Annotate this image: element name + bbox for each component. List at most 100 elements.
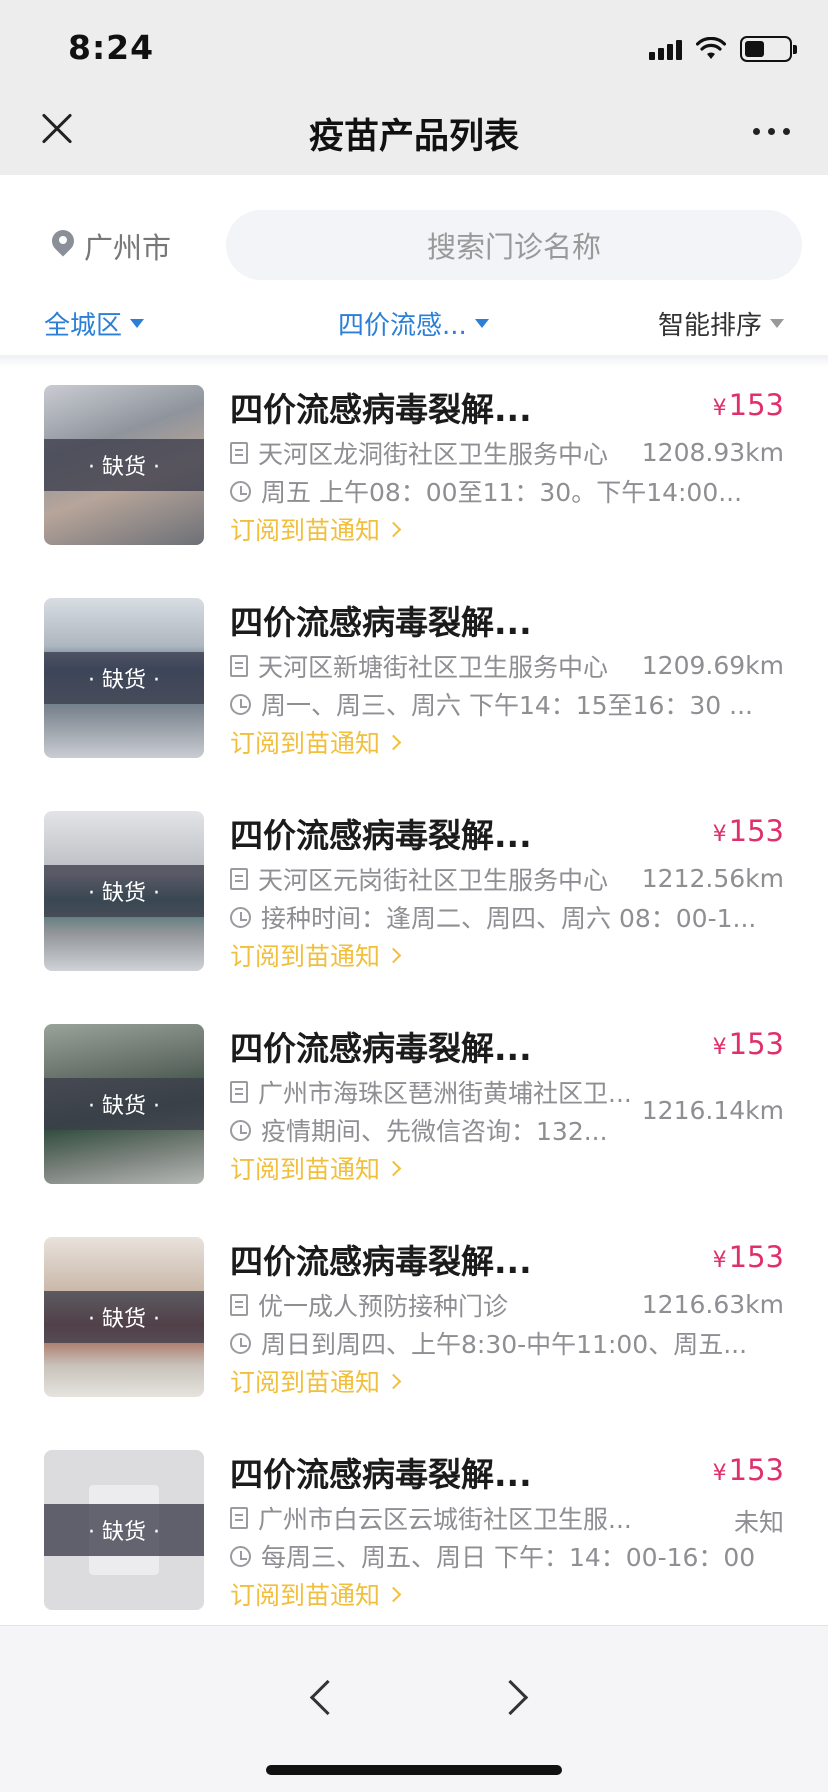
product-filter[interactable]: 四价流感... xyxy=(338,305,489,342)
clinic-row: 广州市白云区云城街社区卫生服... xyxy=(230,1503,632,1534)
chevron-right-icon xyxy=(385,947,402,963)
subscribe-label: 订阅到苗通知 xyxy=(230,942,381,971)
top-bar: 8:24 疫苗产品列表 xyxy=(0,0,828,175)
clinic-icon xyxy=(230,1081,248,1103)
chevron-right-icon xyxy=(385,521,402,537)
subscribe-link[interactable]: 订阅到苗通知 xyxy=(230,1576,402,1612)
clinic-icon xyxy=(230,655,248,677)
hours-row: 疫情期间、先微信咨询：132... xyxy=(230,1115,608,1146)
clinic-icon xyxy=(230,1294,248,1316)
opening-hours: 接种时间：逢周二、周四、周六 08：00-1... xyxy=(261,904,757,933)
out-of-stock-badge: · 缺货 · xyxy=(44,1291,204,1343)
clock-icon xyxy=(230,693,251,715)
clinic-icon xyxy=(230,442,248,464)
clinic-list: · 缺货 · 四价流感病毒裂解... ¥153 天河区龙洞街社区卫生服务中心 1… xyxy=(0,368,828,1646)
sort-filter[interactable]: 智能排序 xyxy=(658,305,784,342)
clinic-icon xyxy=(230,868,248,890)
home-indicator[interactable] xyxy=(266,1765,562,1775)
chevron-right-icon xyxy=(385,1160,402,1176)
product-name: 四价流感病毒裂解... xyxy=(230,1455,532,1494)
list-item[interactable]: · 缺货 · 四价流感病毒裂解... ¥153 广州市白云区云城街社区卫生服..… xyxy=(0,1433,828,1646)
subscribe-link[interactable]: 订阅到苗通知 xyxy=(230,511,402,547)
chevron-right-icon xyxy=(385,734,402,750)
list-item[interactable]: · 缺货 · 四价流感病毒裂解... ¥153 天河区元岗街社区卫生服务中心 1… xyxy=(0,794,828,1007)
product-name: 四价流感病毒裂解... xyxy=(230,603,532,642)
subscribe-label: 订阅到苗通知 xyxy=(230,1155,381,1184)
hours-row: 每周三、周五、周日 下午：14：00-16：00 xyxy=(230,1541,755,1572)
list-item[interactable]: · 缺货 · 四价流感病毒裂解... ¥153 广州市海珠区琶洲街黄埔社区卫..… xyxy=(0,1007,828,1220)
clinic-row: 天河区龙洞街社区卫生服务中心 xyxy=(230,438,609,469)
out-of-stock-badge: · 缺货 · xyxy=(44,865,204,917)
subscribe-link[interactable]: 订阅到苗通知 xyxy=(230,1150,402,1186)
clinic-photo: · 缺货 · xyxy=(44,598,204,758)
list-item[interactable]: · 缺货 · 四价流感病毒裂解... ¥153 优一成人预防接种门诊 1216.… xyxy=(0,1220,828,1433)
clinic-name: 广州市海珠区琶洲街黄埔社区卫... xyxy=(258,1079,632,1108)
region-filter[interactable]: 全城区 xyxy=(44,305,145,342)
sort-filter-label: 智能排序 xyxy=(657,311,762,341)
clock-icon xyxy=(230,906,251,928)
price: ¥153 xyxy=(712,1453,784,1487)
distance: 1216.14km xyxy=(641,1096,784,1125)
clinic-name: 优一成人预防接种门诊 xyxy=(258,1292,509,1321)
distance: 1209.69km xyxy=(641,651,784,680)
search-input[interactable]: 搜索门诊名称 xyxy=(226,210,802,280)
product-name: 四价流感病毒裂解... xyxy=(230,390,532,429)
region-filter-label: 全城区 xyxy=(44,311,123,341)
distance: 1208.93km xyxy=(641,438,784,467)
clinic-photo: · 缺货 · xyxy=(44,1450,204,1610)
clinic-name: 天河区龙洞街社区卫生服务中心 xyxy=(258,440,609,469)
clinic-row: 天河区新塘街社区卫生服务中心 xyxy=(230,651,609,682)
subscribe-link[interactable]: 订阅到苗通知 xyxy=(230,937,402,973)
opening-hours: 周日到周四、上午8:30-中午11:00、周五... xyxy=(261,1330,748,1359)
subscribe-link[interactable]: 订阅到苗通知 xyxy=(230,724,402,760)
subscribe-label: 订阅到苗通知 xyxy=(230,729,381,758)
opening-hours: 疫情期间、先微信咨询：132... xyxy=(261,1117,608,1146)
list-item[interactable]: · 缺货 · 四价流感病毒裂解... ¥153 天河区龙洞街社区卫生服务中心 1… xyxy=(0,368,828,581)
subscribe-label: 订阅到苗通知 xyxy=(230,516,381,545)
location-pin-icon xyxy=(52,230,74,262)
hours-row: 接种时间：逢周二、周四、周六 08：00-1... xyxy=(230,902,757,933)
more-options-icon[interactable] xyxy=(753,128,790,135)
forward-chevron-icon[interactable] xyxy=(498,1679,532,1713)
clinic-row: 天河区元岗街社区卫生服务中心 xyxy=(230,864,609,895)
subscribe-link[interactable]: 订阅到苗通知 xyxy=(230,1363,402,1399)
clinic-row: 广州市海珠区琶洲街黄埔社区卫... xyxy=(230,1077,632,1108)
cellular-signal-icon xyxy=(649,38,682,60)
distance: 1212.56km xyxy=(641,864,784,893)
price-value: 153 xyxy=(728,1240,784,1274)
price-value: 153 xyxy=(728,814,784,848)
distance: 未知 xyxy=(733,1508,784,1537)
list-item[interactable]: · 缺货 · 四价流感病毒裂解... 天河区新塘街社区卫生服务中心 1209.6… xyxy=(0,581,828,794)
price: ¥153 xyxy=(712,1027,784,1061)
clock-icon xyxy=(230,480,251,502)
clinic-name: 广州市白云区云城街社区卫生服... xyxy=(258,1505,632,1534)
dropdown-triangle-icon xyxy=(770,319,784,328)
price-value: 153 xyxy=(728,1453,784,1487)
status-icons xyxy=(649,34,797,64)
price: ¥153 xyxy=(712,814,784,848)
subscribe-label: 订阅到苗通知 xyxy=(230,1581,381,1610)
clinic-name: 天河区新塘街社区卫生服务中心 xyxy=(258,653,609,682)
status-time: 8:24 xyxy=(68,28,155,67)
hours-row: 周一、周三、周六 下午14：15至16：30 ... xyxy=(230,689,753,720)
out-of-stock-badge: · 缺货 · xyxy=(44,1504,204,1556)
filter-bar: 全城区 四价流感... 智能排序 xyxy=(0,295,828,355)
city-selector[interactable]: 广州市 xyxy=(52,225,171,267)
clinic-name: 天河区元岗街社区卫生服务中心 xyxy=(258,866,609,895)
battery-icon xyxy=(740,36,797,62)
clock-icon xyxy=(230,1119,251,1141)
dropdown-triangle-icon xyxy=(474,319,489,328)
clock-icon xyxy=(230,1332,251,1354)
product-name: 四价流感病毒裂解... xyxy=(230,816,532,855)
clinic-photo: · 缺货 · xyxy=(44,1237,204,1397)
clinic-photo: · 缺货 · xyxy=(44,811,204,971)
price-value: 153 xyxy=(728,388,784,422)
price-value: 153 xyxy=(728,1027,784,1061)
hours-row: 周五 上午08：00至11：30。下午14:00... xyxy=(230,476,742,507)
product-name: 四价流感病毒裂解... xyxy=(230,1242,532,1281)
search-row: 广州市 搜索门诊名称 xyxy=(0,175,828,285)
chevron-right-icon xyxy=(385,1373,402,1389)
clinic-icon xyxy=(230,1507,248,1529)
back-chevron-icon[interactable] xyxy=(305,1679,339,1713)
out-of-stock-badge: · 缺货 · xyxy=(44,439,204,491)
